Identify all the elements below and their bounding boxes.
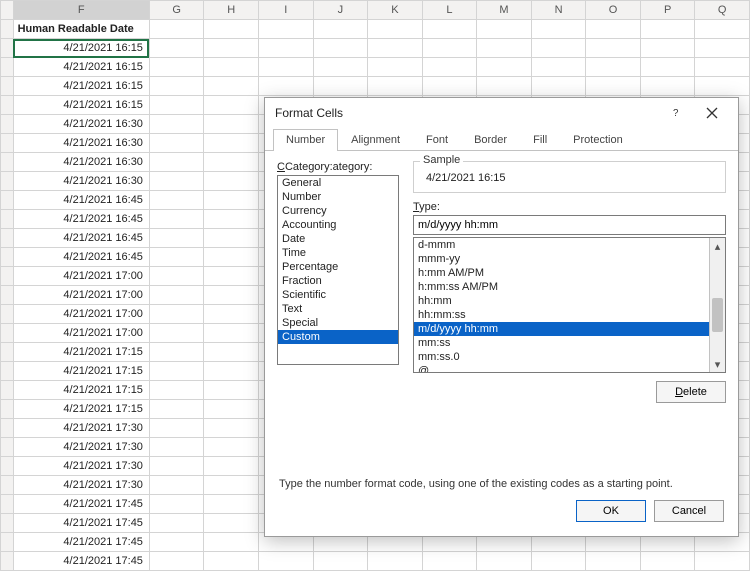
- svg-text:?: ?: [673, 108, 679, 119]
- data-cell[interactable]: 4/21/2021 17:15: [13, 381, 149, 400]
- col-header-N[interactable]: N: [531, 1, 586, 20]
- dialog-titlebar[interactable]: Format Cells ?: [265, 98, 738, 128]
- column-headers[interactable]: F G H I J K L M N O P Q: [1, 1, 750, 20]
- data-cell[interactable]: 4/21/2021 16:45: [13, 229, 149, 248]
- data-cell[interactable]: 4/21/2021 17:15: [13, 400, 149, 419]
- table-row[interactable]: 4/21/2021 16:15: [1, 39, 750, 58]
- header-cell[interactable]: Human Readable Date: [13, 20, 149, 39]
- data-cell[interactable]: 4/21/2021 17:15: [13, 362, 149, 381]
- category-item[interactable]: Accounting: [278, 218, 398, 232]
- category-item[interactable]: Percentage: [278, 260, 398, 274]
- col-header-K[interactable]: K: [368, 1, 423, 20]
- help-button[interactable]: ?: [658, 100, 694, 126]
- type-option[interactable]: m/d/yyyy hh:mm: [414, 322, 709, 336]
- tab-protection[interactable]: Protection: [560, 129, 636, 151]
- data-cell[interactable]: 4/21/2021 17:30: [13, 457, 149, 476]
- category-list[interactable]: GeneralNumberCurrencyAccountingDateTimeP…: [277, 175, 399, 365]
- delete-button[interactable]: Delete: [656, 381, 726, 403]
- table-row[interactable]: 4/21/2021 16:15: [1, 77, 750, 96]
- col-header-I[interactable]: I: [259, 1, 314, 20]
- data-cell[interactable]: 4/21/2021 17:45: [13, 552, 149, 571]
- tab-fill[interactable]: Fill: [520, 129, 560, 151]
- data-cell[interactable]: 4/21/2021 16:15: [13, 39, 149, 58]
- sample-value: 4/21/2021 16:15: [414, 164, 725, 184]
- data-cell[interactable]: 4/21/2021 17:15: [13, 343, 149, 362]
- type-option[interactable]: mmm-yy: [414, 252, 709, 266]
- data-cell[interactable]: 4/21/2021 16:30: [13, 172, 149, 191]
- data-cell[interactable]: 4/21/2021 17:00: [13, 286, 149, 305]
- col-header-J[interactable]: J: [313, 1, 368, 20]
- format-cells-dialog: Format Cells ? NumberAlignmentFontBorder…: [264, 97, 739, 537]
- type-option[interactable]: @: [414, 364, 709, 372]
- dialog-footer: OK Cancel: [265, 490, 738, 536]
- data-cell[interactable]: 4/21/2021 17:30: [13, 476, 149, 495]
- tab-font[interactable]: Font: [413, 129, 461, 151]
- type-option[interactable]: hh:mm:ss: [414, 308, 709, 322]
- category-item[interactable]: Date: [278, 232, 398, 246]
- category-item[interactable]: Special: [278, 316, 398, 330]
- category-item[interactable]: Currency: [278, 204, 398, 218]
- type-option[interactable]: h:mm AM/PM: [414, 266, 709, 280]
- category-item[interactable]: Fraction: [278, 274, 398, 288]
- data-cell[interactable]: 4/21/2021 17:00: [13, 267, 149, 286]
- type-option[interactable]: d-mmm: [414, 238, 709, 252]
- category-label: CCategory:ategory:: [277, 161, 399, 173]
- category-item[interactable]: General: [278, 176, 398, 190]
- data-cell[interactable]: 4/21/2021 16:45: [13, 210, 149, 229]
- data-cell[interactable]: 4/21/2021 17:45: [13, 533, 149, 552]
- category-item[interactable]: Scientific: [278, 288, 398, 302]
- data-cell[interactable]: 4/21/2021 17:45: [13, 514, 149, 533]
- data-cell[interactable]: 4/21/2021 16:45: [13, 248, 149, 267]
- tab-number[interactable]: Number: [273, 129, 338, 151]
- tab-alignment[interactable]: Alignment: [338, 129, 413, 151]
- data-cell[interactable]: 4/21/2021 17:00: [13, 305, 149, 324]
- data-cell[interactable]: 4/21/2021 16:30: [13, 134, 149, 153]
- scroll-down-icon[interactable]: ▾: [710, 356, 725, 372]
- col-header-M[interactable]: M: [477, 1, 532, 20]
- close-button[interactable]: [694, 100, 730, 126]
- type-option[interactable]: hh:mm: [414, 294, 709, 308]
- data-cell[interactable]: 4/21/2021 17:30: [13, 438, 149, 457]
- col-header-L[interactable]: L: [422, 1, 477, 20]
- data-cell[interactable]: 4/21/2021 16:15: [13, 77, 149, 96]
- type-input[interactable]: [413, 215, 726, 235]
- data-cell[interactable]: 4/21/2021 17:30: [13, 419, 149, 438]
- data-cell[interactable]: 4/21/2021 16:30: [13, 153, 149, 172]
- category-item[interactable]: Custom: [278, 330, 398, 344]
- ok-button[interactable]: OK: [576, 500, 646, 522]
- scroll-up-icon[interactable]: ▴: [710, 238, 725, 254]
- col-header-F[interactable]: F: [13, 1, 149, 20]
- sample-label: Sample: [420, 154, 463, 166]
- table-row[interactable]: 4/21/2021 17:45: [1, 552, 750, 571]
- category-item[interactable]: Text: [278, 302, 398, 316]
- col-header-P[interactable]: P: [640, 1, 695, 20]
- type-list-scrollbar[interactable]: ▴ ▾: [709, 238, 725, 372]
- table-row[interactable]: 4/21/2021 16:15: [1, 58, 750, 77]
- category-item[interactable]: Time: [278, 246, 398, 260]
- col-header-G[interactable]: G: [149, 1, 204, 20]
- type-option[interactable]: h:mm:ss AM/PM: [414, 280, 709, 294]
- scroll-thumb[interactable]: [712, 298, 723, 332]
- type-list[interactable]: d-mmmmmm-yyh:mm AM/PMh:mm:ss AM/PMhh:mmh…: [413, 237, 726, 373]
- tab-border[interactable]: Border: [461, 129, 520, 151]
- type-option[interactable]: mm:ss: [414, 336, 709, 350]
- sample-box: Sample 4/21/2021 16:15: [413, 161, 726, 193]
- dialog-tabs: NumberAlignmentFontBorderFillProtection: [265, 128, 738, 151]
- category-item[interactable]: Number: [278, 190, 398, 204]
- data-cell[interactable]: 4/21/2021 16:15: [13, 96, 149, 115]
- data-cell[interactable]: 4/21/2021 16:30: [13, 115, 149, 134]
- type-label: Type:: [413, 201, 726, 213]
- col-header-O[interactable]: O: [586, 1, 641, 20]
- type-option[interactable]: mm:ss.0: [414, 350, 709, 364]
- data-cell[interactable]: 4/21/2021 16:45: [13, 191, 149, 210]
- col-header-H[interactable]: H: [204, 1, 259, 20]
- data-cell[interactable]: 4/21/2021 17:45: [13, 495, 149, 514]
- cancel-button[interactable]: Cancel: [654, 500, 724, 522]
- col-header-Q[interactable]: Q: [695, 1, 750, 20]
- data-cell[interactable]: 4/21/2021 17:00: [13, 324, 149, 343]
- data-cell[interactable]: 4/21/2021 16:15: [13, 58, 149, 77]
- format-hint: Type the number format code, using one o…: [265, 468, 738, 490]
- dialog-title: Format Cells: [275, 106, 343, 120]
